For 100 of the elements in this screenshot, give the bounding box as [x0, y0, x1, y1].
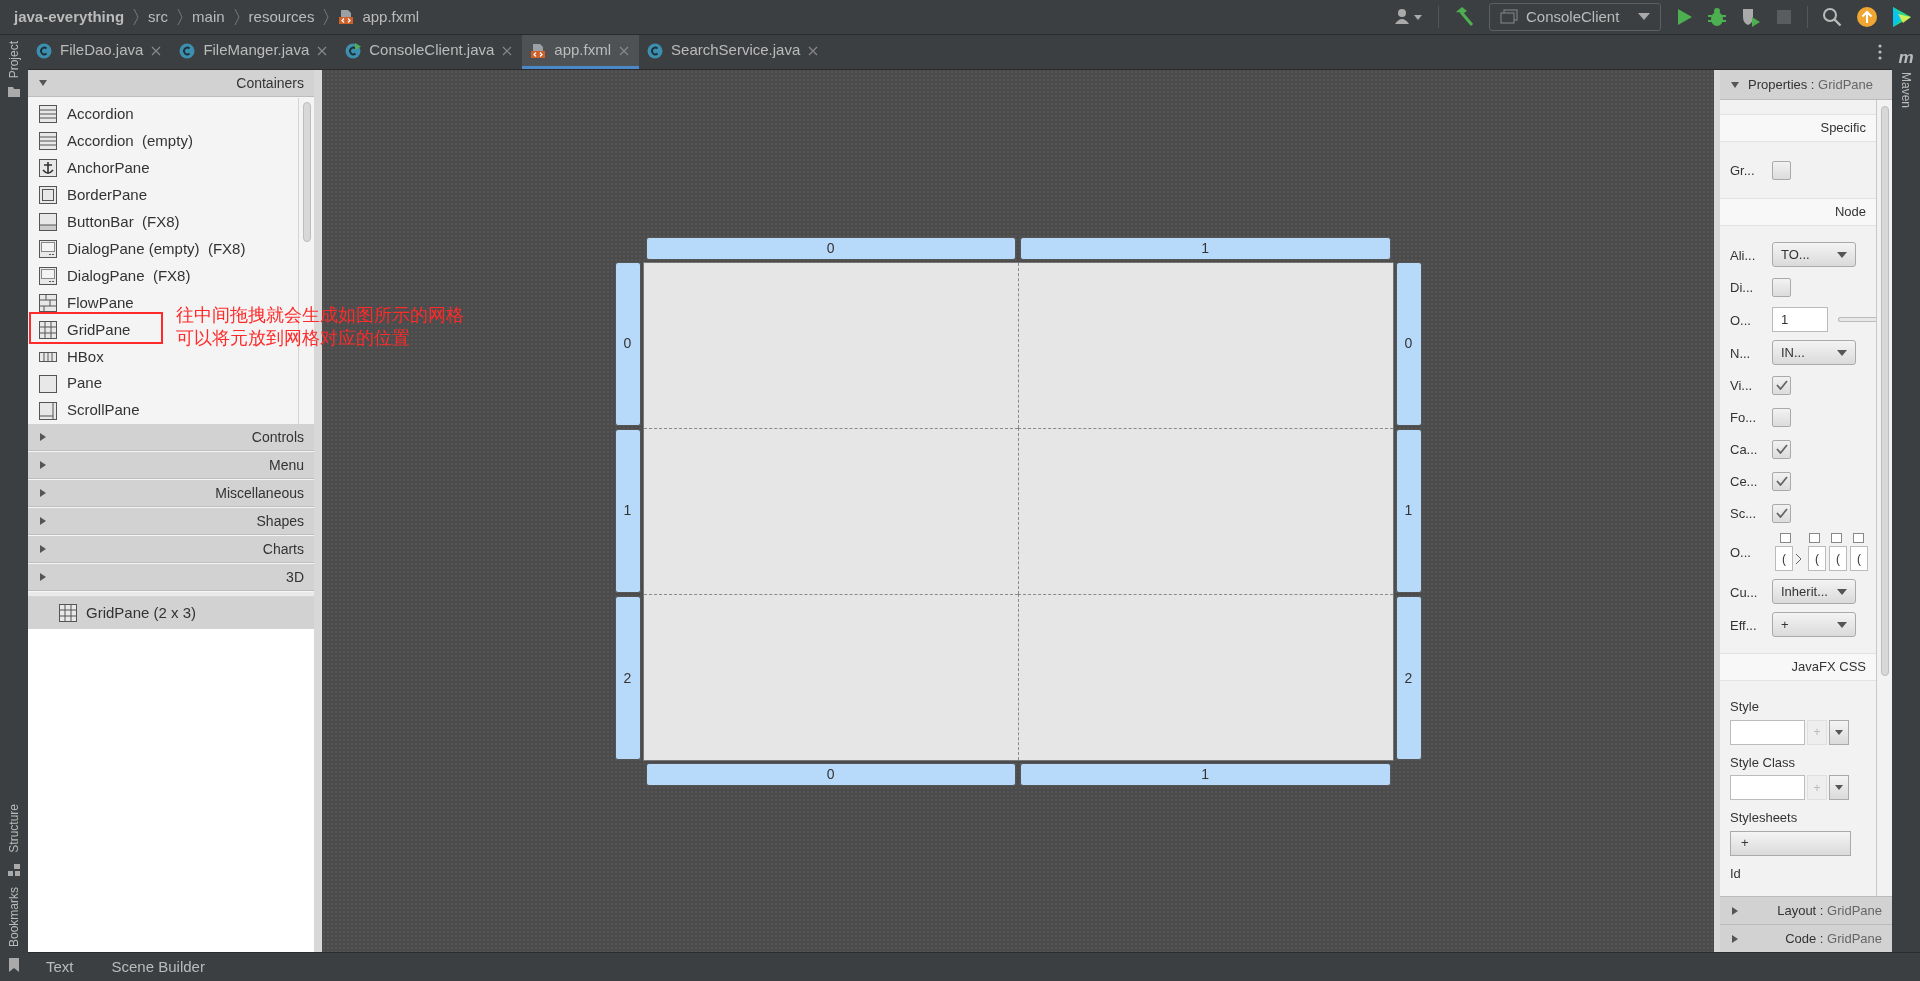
editor-tab[interactable]: SearchService.java — [639, 35, 829, 69]
library-item[interactable]: GridPane — [38, 316, 131, 344]
bug-icon[interactable] — [1707, 7, 1727, 27]
scrollbar[interactable] — [1876, 100, 1892, 896]
close-icon[interactable] — [619, 45, 630, 56]
section-header[interactable]: Shapes — [28, 508, 314, 535]
dropdown-button[interactable] — [1829, 775, 1849, 800]
library-item[interactable]: Accordion — [38, 101, 134, 128]
section-header[interactable]: Containers — [28, 70, 314, 97]
grid-header[interactable]: 1 — [1020, 762, 1391, 786]
user-menu-icon[interactable] — [1394, 8, 1424, 26]
editor-tab[interactable]: app.fxml — [522, 35, 640, 69]
library-item[interactable]: BorderPane — [38, 181, 148, 209]
colorful-logo-icon[interactable] — [1892, 6, 1912, 28]
grid-header[interactable]: 0 — [614, 261, 641, 426]
bookmark-icon — [8, 957, 20, 973]
close-icon[interactable] — [317, 45, 328, 56]
editor-mode-tab[interactable]: Text — [46, 955, 74, 979]
checkbox[interactable] — [1772, 277, 1791, 297]
dropdown[interactable]: Inherit... — [1772, 579, 1856, 604]
editor-tab[interactable]: FileDao.java — [28, 35, 172, 69]
tool-window-button[interactable]: Structure — [5, 804, 23, 853]
shield-run-icon[interactable] — [1741, 7, 1761, 27]
grid-header[interactable]: 1 — [1020, 236, 1391, 260]
library-item[interactable]: FlowPane — [38, 289, 134, 317]
grid-header[interactable]: 0 — [645, 236, 1016, 260]
section-header[interactable]: 3D — [28, 564, 314, 591]
maven-glyph[interactable]: m — [1898, 49, 1914, 66]
grid-header[interactable]: 2 — [614, 596, 641, 761]
property-label: Di... — [1730, 280, 1754, 295]
search-icon[interactable] — [1822, 7, 1842, 27]
editor-mode-tab[interactable]: Scene Builder — [111, 955, 205, 979]
input-field[interactable]: ( — [1775, 546, 1793, 571]
tool-window-button[interactable]: Bookmarks — [5, 886, 23, 947]
grid-header[interactable]: 0 — [645, 762, 1016, 786]
input-field[interactable]: 1 — [1772, 307, 1828, 332]
add-stylesheet-button[interactable]: + — [1730, 830, 1851, 856]
dropdown[interactable]: TO... — [1772, 242, 1856, 267]
library-item[interactable]: DialogPane (empty) (FX8) — [38, 235, 246, 263]
chevron-right-icon — [232, 8, 241, 26]
panel-header[interactable]: Properties : GridPane — [1720, 70, 1892, 100]
input-field[interactable]: ( — [1808, 546, 1826, 571]
hierarchy-row[interactable]: GridPane (2 x 3) — [28, 597, 314, 629]
expand-arrow-icon — [38, 516, 48, 526]
editor-tab[interactable]: FileManger.java — [171, 35, 338, 69]
side-box-icon — [1809, 533, 1820, 543]
breadcrumb-item[interactable]: app.fxml — [362, 5, 420, 29]
section-title: Specific — [1820, 119, 1866, 138]
library-item[interactable]: Accordion (empty) — [38, 127, 193, 155]
section-header[interactable]: Miscellaneous — [28, 480, 314, 507]
library-item[interactable]: ScrollPane — [38, 397, 140, 425]
breadcrumb-item[interactable]: resources — [248, 5, 315, 29]
panel-header[interactable]: Code : GridPane — [1720, 924, 1892, 952]
library-item[interactable]: DialogPane (FX8) — [38, 262, 191, 290]
property-label: Style — [1730, 698, 1760, 716]
checkbox[interactable] — [1772, 375, 1791, 395]
close-icon[interactable] — [502, 45, 513, 56]
section-header[interactable]: Controls — [28, 424, 314, 451]
input-field[interactable]: ( — [1850, 546, 1868, 571]
section-header[interactable]: Menu — [28, 452, 314, 479]
close-icon[interactable] — [808, 45, 819, 56]
checkbox[interactable] — [1772, 471, 1791, 491]
checkbox[interactable] — [1772, 160, 1791, 180]
dropdown[interactable]: IN... — [1772, 340, 1856, 365]
dropdown[interactable]: + — [1772, 612, 1856, 637]
run-configuration-dropdown[interactable]: ConsoleClient — [1489, 3, 1661, 31]
library-item[interactable]: Pane — [38, 370, 103, 398]
grid-header[interactable]: 1 — [1395, 428, 1422, 594]
property-label: Ca... — [1730, 442, 1758, 457]
square-icon — [38, 373, 58, 394]
panel-header[interactable]: Layout : GridPane — [1720, 896, 1892, 924]
slider-track[interactable] — [1838, 317, 1876, 322]
checkbox[interactable] — [1772, 439, 1791, 459]
library-item[interactable]: ButtonBar (FX8) — [38, 208, 180, 236]
tool-window-button[interactable]: Project — [5, 41, 23, 79]
dropdown-button[interactable] — [1829, 719, 1849, 745]
checkbox[interactable] — [1772, 407, 1791, 427]
more-options-icon[interactable] — [1878, 44, 1882, 60]
input-field[interactable]: ( — [1829, 546, 1847, 571]
library-item[interactable]: HBox — [38, 343, 104, 371]
grid-header[interactable]: 2 — [1395, 596, 1422, 761]
grid-header[interactable]: 0 — [1395, 261, 1422, 426]
input-field[interactable] — [1730, 775, 1805, 800]
close-icon[interactable] — [151, 45, 162, 56]
grid-icon — [58, 603, 78, 623]
check-icon — [1775, 508, 1788, 518]
input-field[interactable] — [1730, 719, 1805, 745]
editor-tab[interactable]: ConsoleClient.java — [337, 35, 523, 69]
grid-header[interactable]: 1 — [614, 428, 641, 594]
breadcrumb-item[interactable]: java-everything — [14, 5, 125, 29]
update-icon[interactable] — [1856, 6, 1878, 28]
run-icon[interactable] — [1675, 8, 1693, 26]
checkbox[interactable] — [1772, 503, 1791, 523]
tool-window-button[interactable]: Maven — [1897, 72, 1915, 109]
section-header[interactable]: Charts — [28, 536, 314, 563]
breadcrumb-item[interactable]: main — [192, 5, 225, 29]
side-box-icon — [1780, 533, 1791, 543]
breadcrumb-item[interactable]: src — [148, 5, 169, 29]
library-item[interactable]: AnchorPane — [38, 154, 150, 182]
flow-layout-icon — [38, 292, 58, 313]
